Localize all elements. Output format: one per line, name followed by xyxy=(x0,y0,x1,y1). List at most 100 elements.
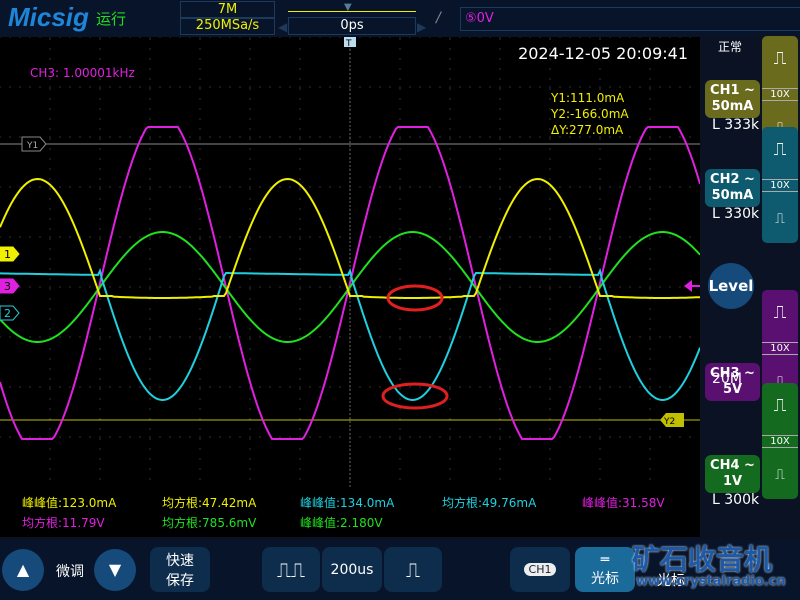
time-position-bar[interactable] xyxy=(288,11,416,12)
level-knob[interactable]: Level xyxy=(708,263,754,309)
grid-dot xyxy=(69,336,71,338)
grid-dot xyxy=(399,188,401,190)
grid-dot xyxy=(69,286,71,288)
grid-dot xyxy=(669,336,671,338)
grid-dot xyxy=(649,236,651,238)
cursor-y1-tag-label: Y1 xyxy=(26,141,38,151)
grid-dot xyxy=(179,37,181,38)
channel-select-button[interactable]: CH1 xyxy=(510,547,570,592)
grid-dot xyxy=(99,478,101,480)
grid-dot xyxy=(559,236,561,238)
fine-down-button[interactable]: ▼ xyxy=(94,549,136,591)
grid-dot xyxy=(39,236,41,238)
grid-dot xyxy=(449,408,451,410)
grid-dot xyxy=(489,386,491,388)
trigger-mode[interactable]: 正常 xyxy=(718,38,742,55)
grid-dot xyxy=(299,48,301,50)
grid-dot xyxy=(649,178,651,180)
grid-dot xyxy=(339,37,341,38)
grid-dot xyxy=(49,348,51,350)
grid-dot xyxy=(309,186,311,188)
grid-dot xyxy=(99,108,101,110)
channel-2-scale-control[interactable]: ⎍ 10X ⎍ xyxy=(762,127,798,243)
grid-dot xyxy=(159,37,161,38)
measurement: 峰峰值:134.0mA xyxy=(300,496,395,510)
grid-dot xyxy=(629,436,631,438)
grid-dot xyxy=(549,178,551,180)
time-offset[interactable]: 0ps xyxy=(288,17,416,35)
left-arrow-icon[interactable]: ◀ xyxy=(278,20,287,34)
grid-dot xyxy=(239,386,241,388)
grid-dot xyxy=(199,418,201,420)
timebase-increase-button[interactable]: ⎍ xyxy=(384,547,442,592)
grid-dot xyxy=(39,186,41,188)
quick-save-button[interactable]: 快速 保存 xyxy=(150,547,210,592)
run-state[interactable]: 运行 xyxy=(96,8,126,29)
grid-dot xyxy=(199,438,201,440)
grid-dot xyxy=(599,468,601,470)
measurement: 均方根:47.42mA xyxy=(162,496,257,510)
grid-dot xyxy=(359,186,361,188)
grid-dot xyxy=(399,88,401,90)
annotation-ellipse xyxy=(381,382,449,410)
cursor-button[interactable]: ═ 光标 xyxy=(575,547,635,592)
grid-dot xyxy=(409,37,411,38)
grid-dot xyxy=(79,336,81,338)
grid-dot xyxy=(269,86,271,88)
grid-dot xyxy=(269,186,271,188)
grid-dot xyxy=(39,436,41,438)
grid-dot xyxy=(99,328,101,330)
fine-up-button[interactable]: ▲ xyxy=(2,549,44,591)
sample-rate[interactable]: 250MSa/s xyxy=(180,17,275,35)
grid-dot xyxy=(289,236,291,238)
timebase-value[interactable]: 200us xyxy=(322,547,382,592)
rising-edge-icon[interactable]: / xyxy=(436,10,441,26)
grid-dot xyxy=(599,336,601,338)
grid-dot xyxy=(499,288,501,290)
grid-dot xyxy=(49,158,51,160)
grid-dot xyxy=(549,478,551,480)
grid-dot xyxy=(399,348,401,350)
grid-dot xyxy=(99,388,101,390)
grid-dot xyxy=(149,37,151,38)
timebase-decrease-button[interactable]: ⎍⎍ xyxy=(262,547,320,592)
grid-dot xyxy=(299,198,301,200)
grid-dot xyxy=(549,386,551,388)
grid-dot xyxy=(289,86,291,88)
right-arrow-icon[interactable]: ▶ xyxy=(417,20,426,34)
grid-dot xyxy=(299,58,301,60)
grid-dot xyxy=(309,37,311,38)
grid-dot xyxy=(409,386,411,388)
channel-4-scale-control[interactable]: ⎍ 10X ⎍ xyxy=(762,383,798,499)
grid-dot xyxy=(469,86,471,88)
grid-dot xyxy=(309,436,311,438)
grid-dot xyxy=(199,398,201,400)
cursor-icon: ═ xyxy=(600,551,610,568)
grid-dot xyxy=(99,198,101,200)
grid-dot xyxy=(569,336,571,338)
grid-dot xyxy=(669,436,671,438)
grid-dot xyxy=(409,186,411,188)
trigger-source[interactable]: ⑤0V xyxy=(460,7,800,31)
grid-dot xyxy=(589,86,591,88)
grid-dot xyxy=(149,358,151,360)
grid-dot xyxy=(299,458,301,460)
grid-dot xyxy=(489,186,491,188)
grid-dot xyxy=(99,218,101,220)
grid-dot xyxy=(149,338,151,340)
grid-dot xyxy=(89,336,91,338)
grid-dot xyxy=(539,236,541,238)
grid-dot xyxy=(249,348,251,350)
grid-dot xyxy=(99,238,101,240)
grid-dot xyxy=(599,298,601,300)
grid-dot xyxy=(339,186,341,188)
grid-dot xyxy=(269,136,271,138)
channel-2-button[interactable]: CH2 ~50mA xyxy=(705,169,760,207)
grid-dot xyxy=(459,386,461,388)
grid-dot xyxy=(319,86,321,88)
grid-dot xyxy=(149,136,151,138)
channel-4-button[interactable]: CH4 ~1V xyxy=(705,455,760,493)
channel-1-button[interactable]: CH1 ~50mA xyxy=(705,80,760,118)
waveform-display[interactable]: 1 3 2 T Y1 Y2 2024-12-05 20:09:41 CH3: 1.0000… xyxy=(0,37,700,537)
grid-dot xyxy=(199,48,201,50)
